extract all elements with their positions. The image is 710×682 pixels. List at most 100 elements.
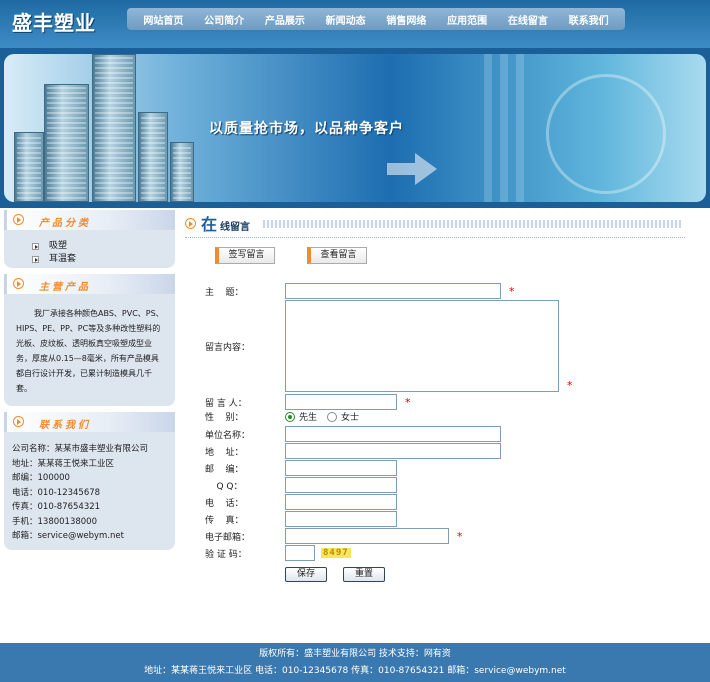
content-row: 留言内容： * xyxy=(205,300,573,392)
write-message-button[interactable]: 签写留言 xyxy=(215,247,275,264)
fax-row: 传 真： xyxy=(205,511,397,527)
contact-email: 邮箱：service@webym.net xyxy=(12,531,124,541)
subject-label: 主 题： xyxy=(205,287,244,298)
required-mark: * xyxy=(457,529,463,543)
qq-input[interactable] xyxy=(285,477,397,493)
captcha-image[interactable]: 8497 xyxy=(321,548,351,558)
contact-fax: 传真：010-87654321 xyxy=(12,502,101,512)
gender-female-label: 女士 xyxy=(341,413,360,423)
gender-male-label: 先生 xyxy=(299,413,318,423)
captcha-row: 验 证 码： 8497 xyxy=(205,545,351,561)
building-graphic xyxy=(138,112,168,202)
required-mark: * xyxy=(567,379,573,392)
company-input[interactable] xyxy=(285,426,501,442)
fax-input[interactable] xyxy=(285,511,397,527)
subject-row: 主 题： * xyxy=(205,283,515,299)
arrow-bullet-icon xyxy=(13,278,24,289)
nav-application[interactable]: 应用范围 xyxy=(447,12,487,27)
nav-products[interactable]: 产品展示 xyxy=(265,12,305,27)
nav-news[interactable]: 新闻动态 xyxy=(326,12,366,27)
site-logo[interactable]: 盛丰塑业 xyxy=(12,7,96,36)
arrow-icon xyxy=(387,153,437,185)
address-input[interactable] xyxy=(285,443,501,459)
contact-phone: 电话：010-12345678 xyxy=(12,487,101,498)
zip-input[interactable] xyxy=(285,460,397,476)
nav-about[interactable]: 公司简介 xyxy=(204,12,244,27)
category-item[interactable]: 吸塑 xyxy=(32,240,175,253)
page-title-rest: 线留言 xyxy=(220,222,250,233)
company-label: 单位名称： xyxy=(205,430,251,441)
author-input[interactable] xyxy=(285,394,397,410)
zip-label: 邮 编： xyxy=(205,464,244,475)
contact-title: 联系我们 xyxy=(39,420,91,431)
author-label: 留 言 人： xyxy=(205,398,247,409)
fax-label: 传 真： xyxy=(205,515,244,526)
subject-input[interactable] xyxy=(285,283,501,299)
bullet-arrow-icon xyxy=(32,256,39,263)
category-label: 吸塑 xyxy=(49,241,68,251)
radio-selected[interactable] xyxy=(285,411,295,422)
radio-unselected[interactable] xyxy=(327,411,338,422)
category-list: 吸塑 耳温套 xyxy=(4,230,175,268)
arrow-bullet-icon xyxy=(185,218,196,229)
footer: 版权所有：盛丰塑业有限公司 技术支持：网有资 地址：某某蒋王悦来工业区 电话：0… xyxy=(0,643,710,682)
building-graphic xyxy=(44,84,89,202)
contact-header: 联系我们 xyxy=(4,412,175,432)
title-divider xyxy=(263,220,683,228)
view-messages-button[interactable]: 查看留言 xyxy=(307,247,367,264)
required-mark: * xyxy=(405,395,411,409)
banner-slogan: 以质量抢市场，以品种争客户 xyxy=(209,121,404,137)
categories-box: 吸塑 耳温套 xyxy=(4,230,175,268)
email-label: 电子邮箱： xyxy=(205,532,251,543)
email-input[interactable] xyxy=(285,528,449,544)
products-box: 我厂承接各种颜色ABS、PVC、PS、HIPS、PE、PP、PC等及多种改性塑料… xyxy=(4,294,175,406)
category-item[interactable]: 耳温套 xyxy=(32,253,175,266)
arrow-bullet-icon xyxy=(13,416,24,427)
footer-contact: 地址：某某蒋王悦来工业区 电话：010-12345678 传真：010-8765… xyxy=(144,666,566,676)
gender-row: 性 别： 先生 女士 xyxy=(205,410,369,423)
phone-input[interactable] xyxy=(285,494,397,510)
nav-contact[interactable]: 联系我们 xyxy=(569,12,609,27)
building-graphic xyxy=(14,132,44,202)
products-header: 主营产品 xyxy=(4,274,175,294)
categories-header: 产品分类 xyxy=(4,210,175,230)
banner-image: 以质量抢市场，以品种争客户 xyxy=(4,54,706,202)
qq-label: Q Q： xyxy=(205,481,243,492)
gender-female-option[interactable]: 女士 xyxy=(327,410,359,423)
gender-label: 性 别： xyxy=(205,413,244,423)
captcha-input[interactable] xyxy=(285,545,315,561)
required-mark: * xyxy=(509,284,515,298)
address-label: 地 址： xyxy=(205,447,244,458)
main-content: 在 线留言 签写留言 查看留言 主 题： * 留言内容： * 留 言 人： * … xyxy=(185,210,685,582)
contact-mobile: 手机：13800138000 xyxy=(12,516,97,527)
sidebar: 产品分类 吸塑 耳温套 主营产品 我厂承接各种颜色ABS、PVC、PS、HIPS… xyxy=(4,210,175,556)
products-title: 主营产品 xyxy=(39,282,91,293)
products-description: 我厂承接各种颜色ABS、PVC、PS、HIPS、PE、PP、PC等及多种改性塑料… xyxy=(16,309,164,393)
category-label: 耳温套 xyxy=(49,254,77,264)
header: 盛丰塑业 网站首页 公司简介 产品展示 新闻动态 销售网络 应用范围 在线留言 … xyxy=(0,0,710,48)
building-graphic xyxy=(92,54,136,202)
nav-guestbook[interactable]: 在线留言 xyxy=(508,12,548,27)
bullet-arrow-icon xyxy=(32,243,39,250)
arrow-bullet-icon xyxy=(13,214,24,225)
page-title: 在 线留言 xyxy=(185,210,685,238)
content-textarea[interactable] xyxy=(285,300,559,392)
nav-sales[interactable]: 销售网络 xyxy=(386,12,426,27)
contact-box: 公司名称：某某市盛丰塑业有限公司 地址：某某蒋王悦来工业区 邮编：100000 … xyxy=(4,432,175,550)
decor-stripes xyxy=(484,54,524,202)
contact-info: 公司名称：某某市盛丰塑业有限公司 地址：某某蒋王悦来工业区 邮编：100000 … xyxy=(4,432,175,550)
contact-company: 公司名称：某某市盛丰塑业有限公司 xyxy=(12,444,149,454)
phone-label: 电 话： xyxy=(205,498,244,509)
reset-button[interactable]: 重置 xyxy=(343,567,385,582)
email-row: 电子邮箱： * xyxy=(205,528,463,544)
save-button[interactable]: 保存 xyxy=(285,567,327,582)
footer-copyright: 版权所有：盛丰塑业有限公司 技术支持：网有资 xyxy=(259,649,451,659)
contact-zip: 邮编：100000 xyxy=(12,473,70,483)
gender-male-option[interactable]: 先生 xyxy=(285,410,317,423)
nav-home[interactable]: 网站首页 xyxy=(143,12,183,27)
decor-circle xyxy=(546,74,666,194)
guestbook-tabs: 签写留言 查看留言 xyxy=(215,247,367,264)
main-nav: 网站首页 公司简介 产品展示 新闻动态 销售网络 应用范围 在线留言 联系我们 xyxy=(127,8,625,30)
building-graphic xyxy=(170,142,194,202)
phone-row: 电 话： xyxy=(205,494,397,510)
